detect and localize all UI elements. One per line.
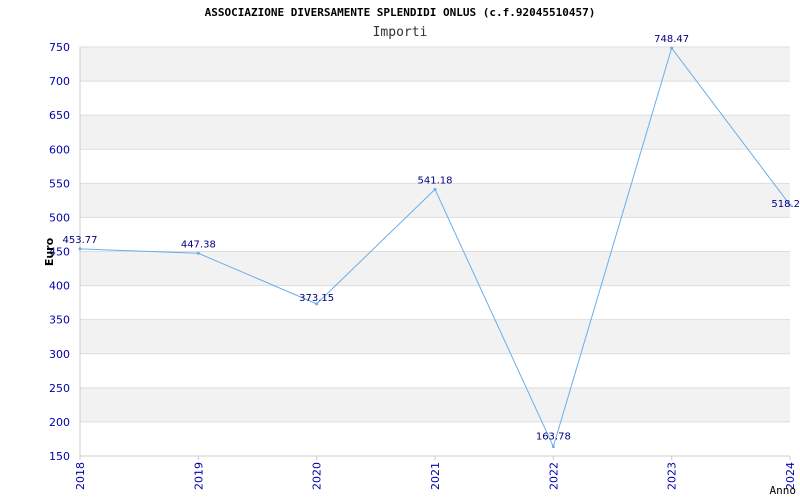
y-tick-label: 150 bbox=[49, 450, 70, 463]
y-tick-label: 600 bbox=[49, 143, 70, 156]
data-label: 447.38 bbox=[181, 239, 216, 250]
y-tick-label: 650 bbox=[49, 109, 70, 122]
grid-band bbox=[80, 115, 790, 150]
data-label: 518.2 bbox=[771, 199, 800, 210]
grid-band bbox=[80, 353, 790, 388]
y-tick-label: 500 bbox=[49, 211, 70, 224]
y-tick-label: 400 bbox=[49, 280, 70, 293]
data-point bbox=[78, 247, 82, 251]
grid-band bbox=[80, 387, 790, 422]
data-label: 453.77 bbox=[63, 235, 98, 246]
line-chart: 1502002503003504004505005506006507007502… bbox=[43, 34, 800, 497]
data-point bbox=[670, 46, 674, 50]
y-tick-label: 350 bbox=[49, 314, 70, 327]
y-tick-label: 200 bbox=[49, 416, 70, 429]
grid-band bbox=[80, 421, 790, 456]
data-point bbox=[551, 445, 555, 449]
x-tick-label: 2019 bbox=[192, 462, 205, 490]
x-tick-label: 2018 bbox=[74, 462, 87, 490]
data-label: 541.18 bbox=[418, 175, 453, 186]
y-tick-label: 750 bbox=[49, 41, 70, 54]
x-tick-label: 2023 bbox=[666, 462, 679, 490]
y-axis-label: Euro bbox=[43, 237, 56, 266]
data-label: 748.47 bbox=[654, 34, 689, 45]
grid-band bbox=[80, 251, 790, 286]
x-axis-label: Anno bbox=[770, 484, 797, 497]
data-label: 163.78 bbox=[536, 432, 571, 443]
data-point bbox=[196, 251, 200, 255]
chart-container: ASSOCIAZIONE DIVERSAMENTE SPLENDIDI ONLU… bbox=[0, 0, 800, 500]
grid-band bbox=[80, 319, 790, 354]
x-tick-label: 2022 bbox=[547, 462, 560, 490]
grid-band bbox=[80, 81, 790, 116]
grid-band bbox=[80, 285, 790, 320]
x-tick-label: 2020 bbox=[311, 462, 324, 490]
y-tick-label: 700 bbox=[49, 75, 70, 88]
y-tick-label: 250 bbox=[49, 382, 70, 395]
x-tick-label: 2021 bbox=[429, 462, 442, 490]
data-label: 373.15 bbox=[299, 293, 334, 304]
y-tick-label: 300 bbox=[49, 348, 70, 361]
data-point bbox=[433, 187, 437, 191]
y-tick-label: 550 bbox=[49, 177, 70, 190]
